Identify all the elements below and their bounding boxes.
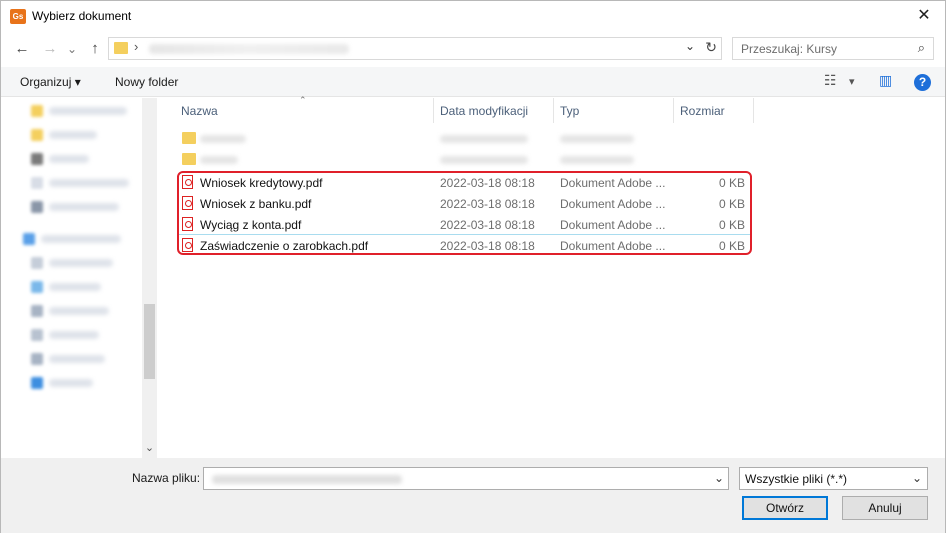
sidebar-item[interactable] [31,328,131,342]
recent-locations-chevron-icon[interactable]: ⌄ [65,38,79,60]
search-icon[interactable]: ⌕ [918,40,925,56]
filter-dropdown-chevron-icon: ⌄ [911,471,922,485]
file-list: Nazwa ⌃ Data modyfikacji Typ Rozmiar Wni… [158,95,945,458]
sidebar-item[interactable] [31,304,131,318]
back-arrow-icon[interactable]: ← [13,38,31,60]
scroll-down-chevron-icon[interactable]: ⌄ [142,441,157,456]
navigation-pane [1,98,157,458]
forward-arrow-icon[interactable]: → [41,38,59,60]
view-options-chevron-icon[interactable]: ▾ [849,75,855,88]
sidebar-item[interactable] [31,256,131,270]
sort-ascending-icon: ⌃ [299,95,307,105]
open-button[interactable]: Otwórz [742,496,828,520]
column-header-name-label: Nazwa [181,104,218,118]
help-icon[interactable]: ? [914,74,931,91]
address-bar[interactable]: › ⌄ ↻ [108,37,722,60]
sidebar-item[interactable] [31,280,131,294]
highlight-annotation-box [177,171,752,255]
breadcrumb-separator-icon: › [134,39,139,54]
search-box[interactable]: Przeszukaj: Kursy ⌕ [732,37,934,60]
close-icon[interactable]: ✕ [911,4,937,28]
dialog-footer: Nazwa pliku: ⌄ Wszystkie pliki (*.*) ⌄ O… [1,458,945,533]
filename-value-redacted [212,475,402,484]
file-type-filter-select[interactable]: Wszystkie pliki (*.*) ⌄ [739,467,928,490]
title-bar: Gs Wybierz dokument ✕ [1,1,945,32]
sidebar-item[interactable] [31,200,131,214]
column-header-date-label: Data modyfikacji [440,104,529,118]
sidebar-scrollbar[interactable] [142,98,157,458]
sidebar-item[interactable] [31,128,131,142]
organize-menu-button[interactable]: Organizuj ▾ [20,75,81,89]
folder-icon [114,42,128,54]
up-folder-arrow-icon[interactable]: ↑ [87,38,103,60]
sidebar-scrollbar-thumb[interactable] [144,304,155,379]
file-type-filter-value: Wszystkie pliki (*.*) [745,472,848,486]
search-input[interactable]: Przeszukaj: Kursy [741,42,837,56]
filename-label: Nazwa pliku: [132,471,201,485]
app-icon: Gs [10,9,26,24]
folder-row[interactable] [177,149,751,170]
breadcrumb-path-redacted [149,44,349,54]
new-folder-button[interactable]: Nowy folder [115,75,178,89]
file-dialog-window: Gs Wybierz dokument ✕ ← → ⌄ ↑ › ⌄ ↻ Prze… [0,0,946,533]
refresh-icon[interactable]: ↻ [705,39,717,56]
sidebar-item[interactable] [31,152,131,166]
address-dropdown-chevron-icon[interactable]: ⌄ [685,39,695,53]
folder-row[interactable] [177,128,751,149]
navigation-bar: ← → ⌄ ↑ › ⌄ ↻ Przeszukaj: Kursy ⌕ [1,34,945,64]
filename-dropdown-chevron-icon[interactable]: ⌄ [714,471,724,485]
column-header-date[interactable]: Data modyfikacji [434,98,554,123]
preview-pane-icon[interactable]: ▥ [879,72,892,89]
sidebar-item[interactable] [31,352,131,366]
sidebar-item[interactable] [23,232,123,246]
folder-icon [182,132,196,144]
view-options-icon[interactable]: ☷ [824,72,837,89]
folder-icon [182,153,196,165]
command-bar: Organizuj ▾ Nowy folder ☷ ▾ ▥ ? [1,67,945,97]
sidebar-item[interactable] [31,376,131,390]
column-header-size[interactable]: Rozmiar [674,98,754,123]
column-header-type-label: Typ [560,104,580,118]
sidebar-item[interactable] [31,104,131,118]
dialog-title: Wybierz dokument [32,9,132,23]
column-header-type[interactable]: Typ [554,98,674,123]
column-header-size-label: Rozmiar [680,104,725,118]
cancel-button[interactable]: Anuluj [842,496,928,520]
filename-input[interactable]: ⌄ [203,467,729,490]
column-header-name[interactable]: Nazwa ⌃ [175,95,434,123]
sidebar-item[interactable] [31,176,131,190]
